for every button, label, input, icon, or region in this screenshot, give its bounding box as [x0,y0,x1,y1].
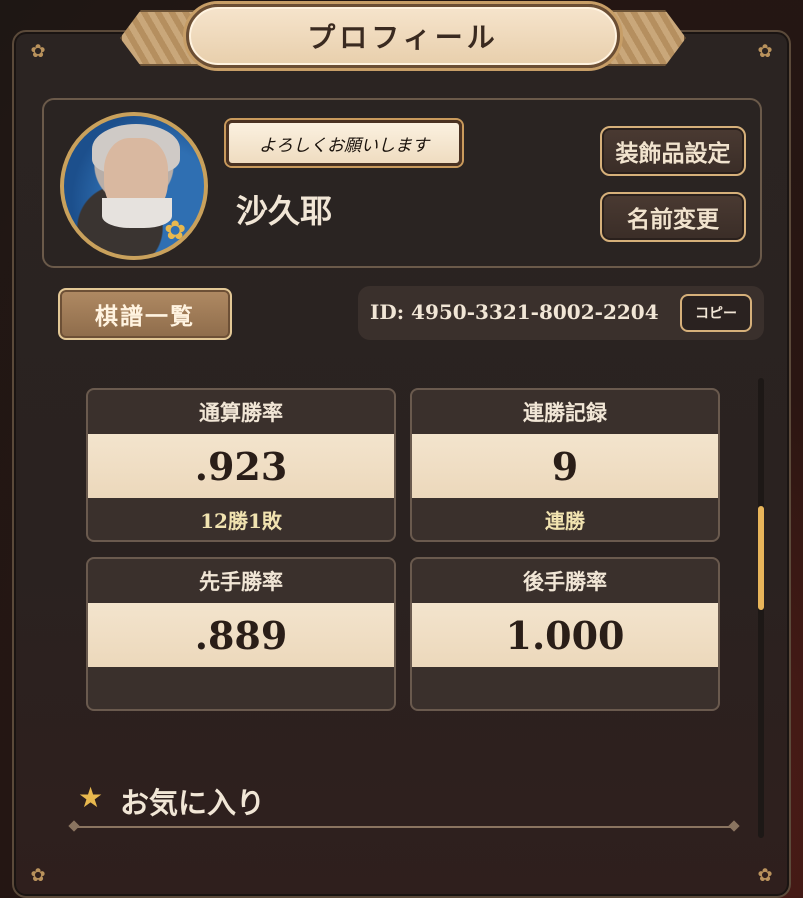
stat-sub: 12勝1敗 [200,508,282,533]
divider [74,826,734,828]
stat-label: 連勝記録 [523,400,607,425]
decor-settings-button[interactable]: 装飾品設定 [600,126,746,176]
player-id-box: ID: 4950-3321-8002-2204 コピー [358,286,764,340]
avatar[interactable]: ✿ [60,112,208,260]
corner-ornament-icon: ✿ [757,865,773,886]
favorites-heading: お気に入り [120,786,266,820]
avatar-beard [102,198,172,228]
stat-value: 1.000 [412,603,718,667]
stat-card-first-move: 先手勝率 .889 [86,557,396,711]
stat-value: 9 [412,434,718,498]
stat-card-streak: 連勝記録 9 連勝 [410,388,720,542]
corner-ornament-icon: ✿ [757,41,773,62]
stat-card-second-move: 後手勝率 1.000 [410,557,720,711]
copy-button[interactable]: コピー [680,294,752,332]
stat-sub: 連勝 [545,508,585,533]
scrollbar-thumb[interactable] [758,506,764,610]
rename-button[interactable]: 名前変更 [600,192,746,242]
stat-card-overall: 通算勝率 .923 12勝1敗 [86,388,396,542]
title-bar: プロフィール [120,4,686,68]
stat-label: 先手勝率 [199,569,283,594]
player-name: 沙久耶 [236,192,333,230]
corner-ornament-icon: ✿ [30,865,46,886]
title-plate: プロフィール [186,4,620,68]
stat-sub [412,667,718,709]
player-id-text: ID: 4950-3321-8002-2204 [370,300,659,324]
stat-label: 後手勝率 [523,569,607,594]
stat-value: .923 [88,434,394,498]
flower-icon: ✿ [164,216,186,246]
stat-value: .889 [88,603,394,667]
stat-label: 通算勝率 [199,400,283,425]
stat-sub [88,667,394,709]
greeting-plate: よろしくお願いします [226,120,462,166]
page-title: プロフィール [307,21,499,54]
kifu-list-button[interactable]: 棋譜一覧 [58,288,232,340]
star-icon: ★ [78,781,104,814]
corner-ornament-icon: ✿ [30,41,46,62]
